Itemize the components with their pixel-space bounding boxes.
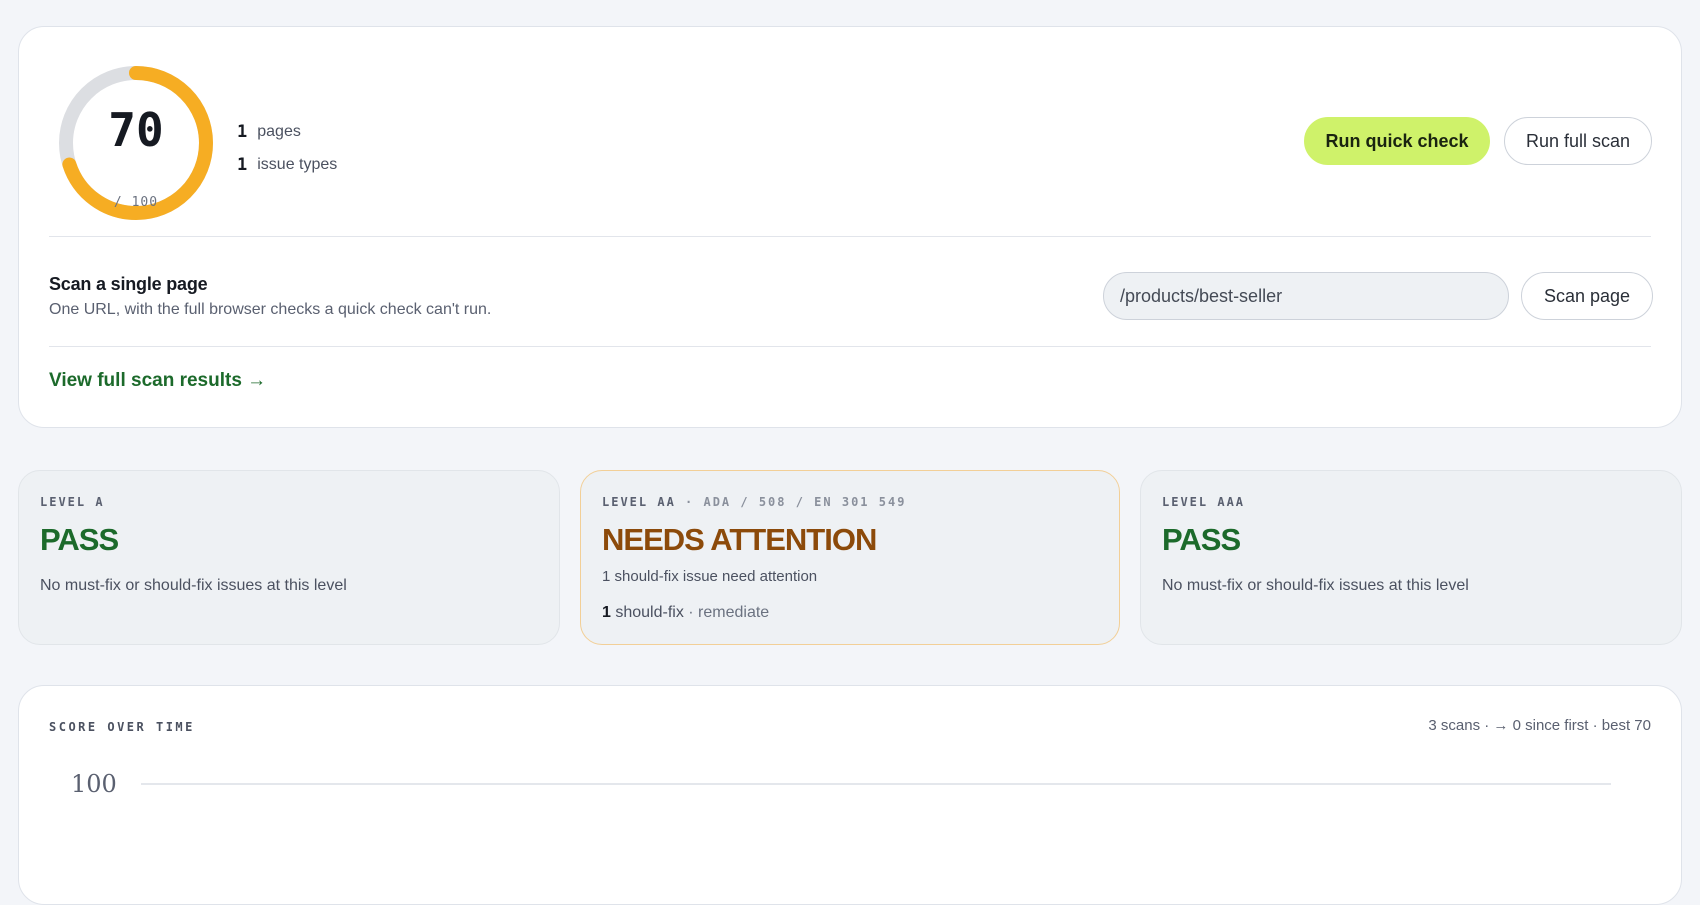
score-over-time-title: SCORE OVER TIME [49, 720, 195, 734]
run-quick-check-button[interactable]: Run quick check [1304, 117, 1490, 165]
level-aa-label-main: LEVEL AA [602, 495, 676, 509]
level-a-description: No must-fix or should-fix issues at this… [40, 577, 347, 594]
level-aaa-status: PASS [1162, 522, 1241, 557]
level-aa-status: NEEDS ATTENTION [602, 522, 877, 557]
score-gauge: 70 / 100 [56, 63, 216, 223]
level-aa-action: · remediate [683, 604, 770, 621]
summary-card: 70 / 100 1 pages 1 issue types Run quick… [18, 26, 1682, 428]
level-aa-label-standards: · ADA / 508 / EN 301 549 [675, 495, 907, 509]
score-max: / 100 [113, 195, 159, 210]
score-value: 70 [108, 103, 164, 157]
y-axis-label-100: 100 [71, 770, 117, 798]
stat-issue-types: 1 issue types [237, 148, 337, 181]
level-aa-issue-count: 1 [602, 604, 611, 621]
scan-single-page-subtitle: One URL, with the full browser checks a … [49, 301, 492, 318]
level-aa-issue-type: should-fix [610, 604, 684, 621]
stat-pages-count: 1 [237, 121, 248, 142]
stat-issue-types-count: 1 [237, 154, 248, 175]
gridline-100 [141, 783, 1611, 785]
scan-single-page-title: Scan a single page [49, 274, 208, 294]
run-full-scan-button[interactable]: Run full scan [1504, 117, 1652, 165]
stats-list: 1 pages 1 issue types [237, 115, 337, 181]
level-a-label: LEVEL A [40, 495, 105, 509]
view-full-scan-results-link[interactable]: View full scan results → [49, 370, 266, 392]
divider [49, 236, 1651, 237]
level-a-status: PASS [40, 522, 119, 557]
stat-issue-types-label: issue types [257, 155, 338, 173]
level-aa-label: LEVEL AA · ADA / 508 / EN 301 549 [602, 495, 906, 509]
stat-pages-label: pages [257, 122, 301, 140]
level-aa-description: 1 should-fix issue need attention [602, 568, 818, 585]
score-over-time-meta: 3 scans · → 0 since first · best 70 [1428, 717, 1651, 734]
level-aaa-label: LEVEL AAA [1162, 495, 1246, 509]
page-url-input[interactable] [1103, 272, 1509, 320]
level-aaa-description: No must-fix or should-fix issues at this… [1162, 577, 1469, 594]
level-aa-card: LEVEL AA · ADA / 508 / EN 301 549 NEEDS … [580, 470, 1120, 645]
level-a-card: LEVEL A PASS No must-fix or should-fix i… [18, 470, 560, 645]
level-aaa-card: LEVEL AAA PASS No must-fix or should-fix… [1140, 470, 1682, 645]
level-aa-issue-summary: 1 should-fix · remediate [602, 604, 769, 622]
stat-pages: 1 pages [237, 115, 337, 148]
scan-page-button[interactable]: Scan page [1521, 272, 1653, 320]
divider [49, 346, 1651, 347]
score-over-time-card: SCORE OVER TIME 3 scans · → 0 since firs… [18, 685, 1682, 905]
